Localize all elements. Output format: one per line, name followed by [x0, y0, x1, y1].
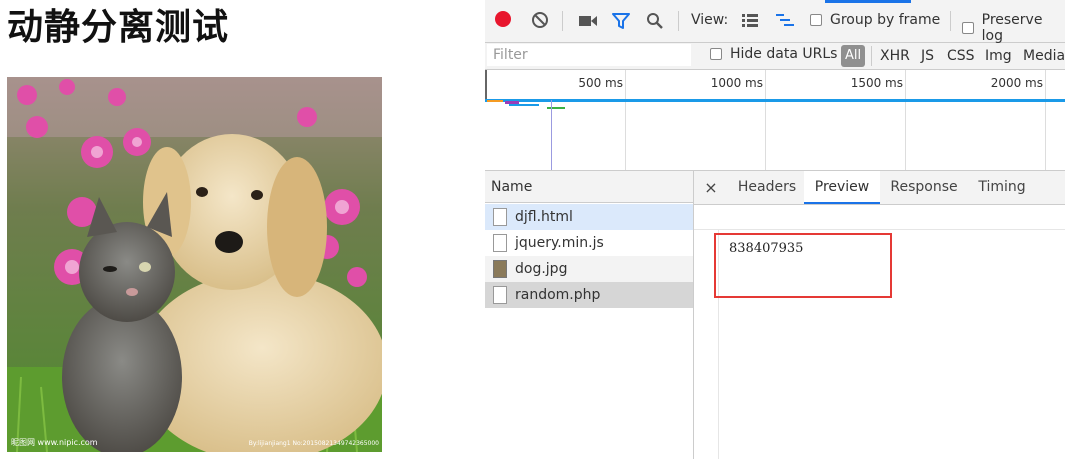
view-label: View: — [691, 12, 729, 28]
document-icon — [493, 286, 507, 304]
type-filter-img[interactable]: Img — [985, 46, 1012, 66]
clear-button[interactable] — [531, 11, 549, 29]
search-icon — [647, 13, 663, 29]
document-icon — [493, 208, 507, 226]
close-detail-button[interactable]: × — [700, 171, 722, 204]
timeline-gridline — [905, 70, 906, 170]
timeline-start-marker — [485, 70, 487, 100]
group-by-frame-checkbox[interactable]: Group by frame — [810, 12, 940, 28]
type-filter-xhr[interactable]: XHR — [880, 46, 910, 66]
request-row[interactable]: jquery.min.js — [485, 230, 693, 256]
type-filter-js[interactable]: JS — [921, 46, 934, 66]
dog-and-kitten-photo: 昵图网 www.nipic.com By:lijianjiang1 No:201… — [7, 77, 382, 452]
toolbar-separator — [871, 46, 872, 66]
timeline-tick-label: 1000 ms — [710, 76, 763, 90]
capture-screenshots-button[interactable] — [578, 13, 598, 29]
timeline-dom-content-loaded-line — [551, 100, 552, 170]
request-row[interactable]: djfl.html — [485, 204, 693, 230]
type-filter-all[interactable]: All — [841, 45, 865, 67]
filter-bar: Hide data URLs All XHR JS CSS Img Media — [485, 43, 1065, 70]
annotation-highlight-box — [714, 233, 892, 298]
timeline-overview[interactable]: 500 ms 1000 ms 1500 ms 2000 ms — [485, 70, 1065, 171]
request-name: dog.jpg — [515, 261, 568, 277]
tab-timing[interactable]: Timing — [970, 171, 1034, 204]
record-button[interactable] — [495, 11, 511, 27]
group-by-frame-label: Group by frame — [830, 12, 941, 28]
image-watermark-right: By:lijianjiang1 No:20150821349742365000 — [249, 440, 379, 447]
timeline-request-bar — [509, 104, 539, 106]
large-rows-button[interactable] — [741, 12, 759, 28]
image-file-icon — [493, 260, 507, 278]
record-icon — [495, 11, 511, 27]
toolbar-accent-bar — [825, 0, 911, 3]
toolbar-separator — [678, 11, 679, 31]
devtools-network-panel: View: Group by frame Preserve log Hide d… — [485, 0, 1065, 459]
hide-data-urls-label: Hide data URLs — [730, 46, 838, 62]
tab-headers[interactable]: Headers — [728, 171, 806, 204]
preserve-log-checkbox[interactable]: Preserve log — [962, 12, 1065, 44]
timeline-request-bar — [547, 107, 565, 109]
list-view-icon — [742, 14, 758, 27]
timeline-request-bar — [487, 100, 503, 102]
waterfall-icon — [776, 14, 794, 26]
timeline-tick-label: 1500 ms — [850, 76, 903, 90]
toolbar-separator — [950, 11, 951, 31]
checkbox-box — [710, 48, 722, 60]
request-name: djfl.html — [515, 209, 573, 225]
tab-preview[interactable]: Preview — [804, 171, 880, 204]
image-watermark-left: 昵图网 www.nipic.com — [11, 438, 98, 447]
timeline-tick-label: 2000 ms — [990, 76, 1043, 90]
request-row[interactable]: dog.jpg — [485, 256, 693, 282]
checkbox-box — [810, 14, 822, 26]
filter-icon — [612, 13, 630, 29]
tab-response[interactable]: Response — [882, 171, 966, 204]
filter-toggle-button[interactable] — [612, 12, 630, 30]
type-filter-media[interactable]: Media — [1023, 46, 1065, 66]
timeline-tick-label: 500 ms — [578, 76, 623, 90]
request-row-selected[interactable]: random.php — [485, 282, 693, 308]
timeline-gridline — [765, 70, 766, 170]
search-button[interactable] — [646, 12, 664, 30]
clear-icon — [532, 12, 548, 28]
name-column-header[interactable]: Name — [485, 171, 693, 203]
network-toolbar: View: Group by frame Preserve log — [485, 0, 1065, 44]
filter-input[interactable] — [487, 44, 691, 66]
type-filter-css[interactable]: CSS — [947, 46, 975, 66]
camera-icon — [579, 16, 597, 26]
script-icon — [493, 234, 507, 252]
hide-data-urls-checkbox[interactable]: Hide data URLs — [710, 46, 837, 62]
request-detail-tabs: × Headers Preview Response Timing — [694, 171, 1065, 205]
preserve-log-label: Preserve log — [981, 12, 1043, 44]
timeline-gridline — [1045, 70, 1046, 170]
overview-button[interactable] — [775, 12, 795, 28]
request-name: jquery.min.js — [515, 235, 604, 251]
request-list: djfl.html jquery.min.js dog.jpg random.p… — [485, 204, 693, 459]
preview-divider — [694, 229, 1065, 230]
timeline-load-bar — [485, 99, 1065, 102]
page-title: 动静分离测试 — [7, 7, 230, 48]
checkbox-box — [962, 22, 974, 34]
timeline-gridline — [625, 70, 626, 170]
toolbar-separator — [562, 11, 563, 31]
request-name: random.php — [515, 287, 601, 303]
preview-pane: 838407935 — [694, 205, 1065, 459]
